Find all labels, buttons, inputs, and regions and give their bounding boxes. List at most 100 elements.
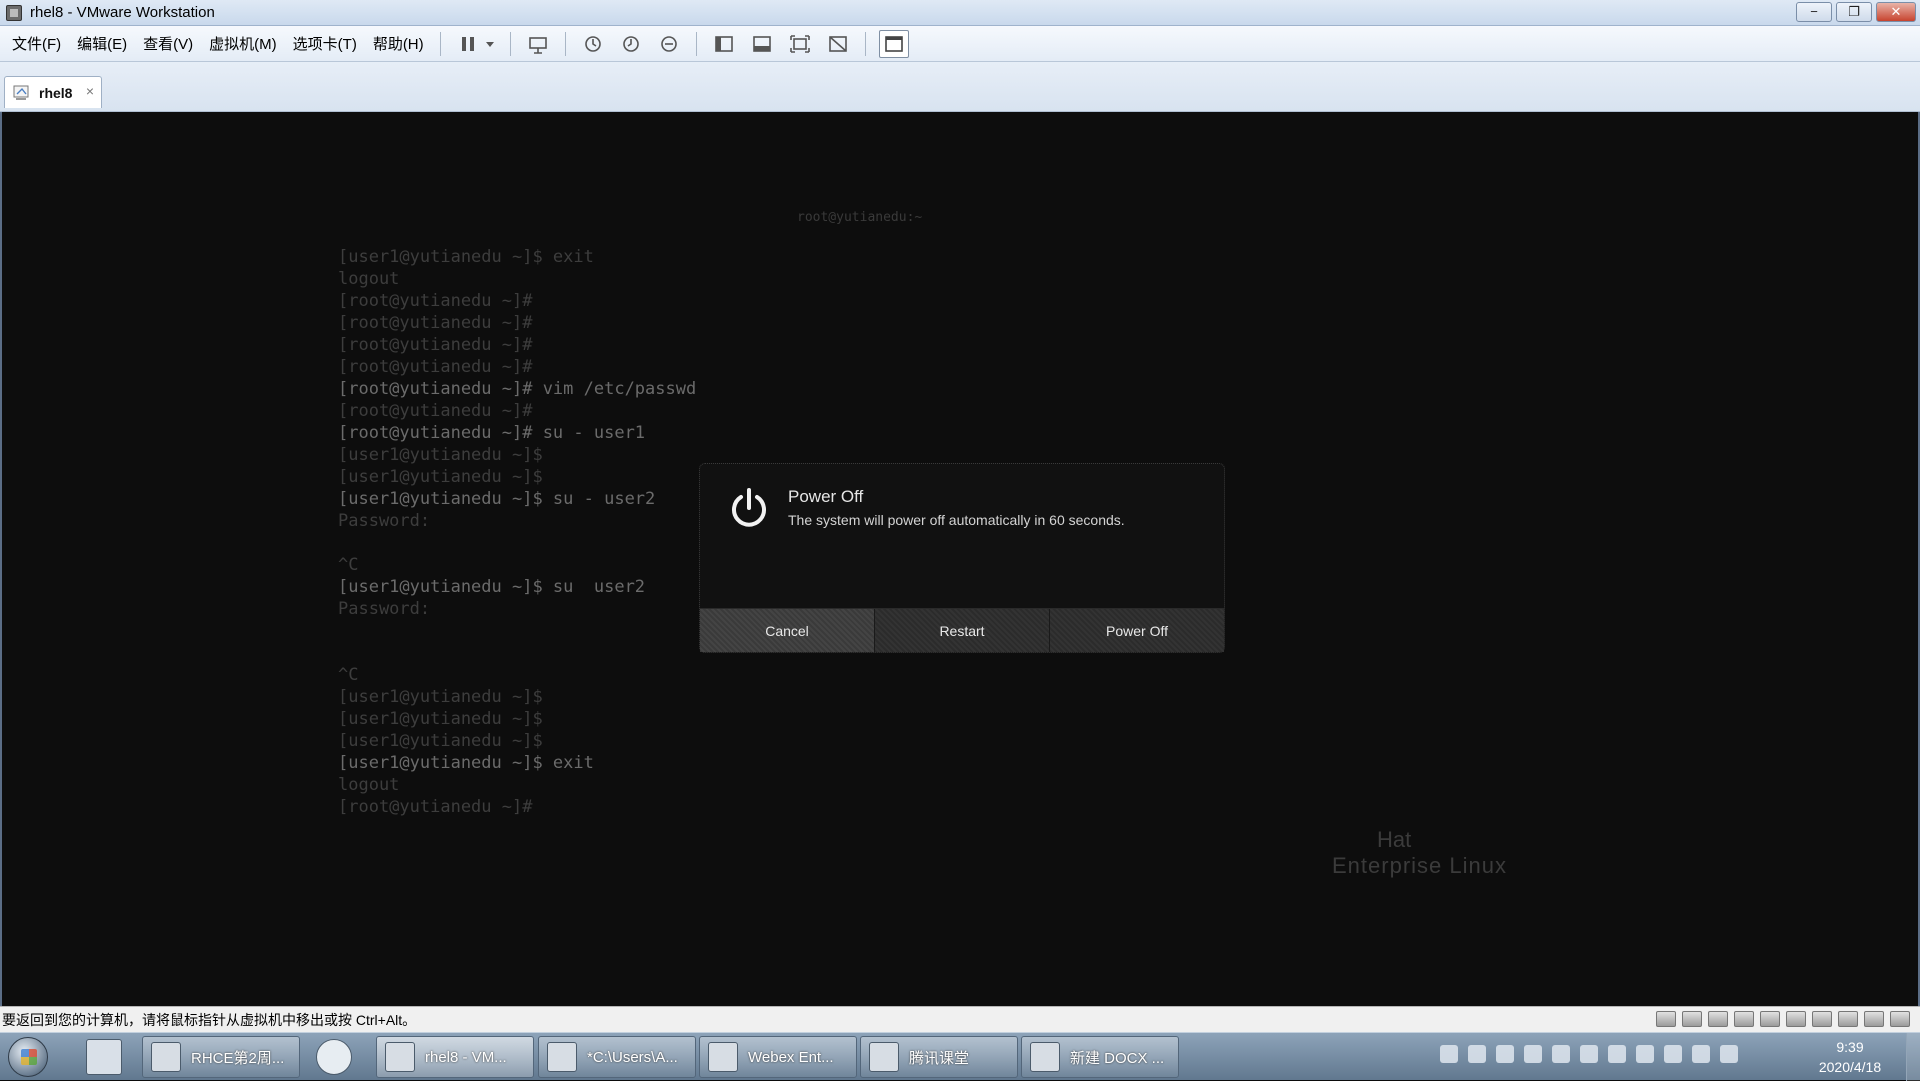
cd-dvd-icon[interactable] [1760, 1011, 1780, 1027]
terminal-line: ^C [338, 665, 359, 685]
security-tray-icon[interactable] [1468, 1045, 1486, 1063]
taskbar-item-label: rhel8 - VM... [425, 1048, 507, 1066]
fullscreen-icon[interactable] [786, 31, 814, 57]
taskbar-item-notepad[interactable]: *C:\Users\A... [538, 1036, 696, 1078]
snapshot-take-icon[interactable] [579, 31, 607, 57]
chat-icon[interactable] [1552, 1045, 1570, 1063]
network-icon[interactable] [1720, 1045, 1738, 1063]
display-icon[interactable] [1864, 1011, 1884, 1027]
console-view-icon[interactable] [878, 29, 909, 58]
tencent-classroom-icon [869, 1042, 899, 1072]
tab-rhel8[interactable]: rhel8 × [4, 76, 102, 108]
power-icon [732, 488, 766, 527]
minimize-button[interactable]: − [1796, 2, 1832, 22]
sound-card-icon[interactable] [1838, 1011, 1858, 1027]
taskbar-item-tencent-classroom[interactable]: 腾讯课堂 [860, 1036, 1018, 1078]
network-tray-icon[interactable] [1580, 1045, 1598, 1063]
explorer-quicklaunch-icon[interactable] [86, 1039, 122, 1075]
terminal-line: [root@yutianedu ~]# [338, 313, 533, 333]
restore-button[interactable]: ❐ [1836, 2, 1872, 22]
brand-line-1: Hat [1377, 827, 1412, 852]
unity-icon[interactable] [824, 31, 852, 57]
pause-dropdown-icon[interactable] [483, 31, 497, 57]
toolbar-separator [439, 31, 441, 56]
start-button[interactable] [8, 1037, 48, 1077]
terminal-line: [user1@yutianedu ~]$ [338, 709, 543, 729]
hard-disk-icon[interactable] [1708, 1011, 1728, 1027]
terminal-line: [user1@yutianedu ~]$ [338, 467, 543, 487]
terminal-line: [root@yutianedu ~]# vim /etc/passwd [338, 379, 697, 399]
terminal-line: [root@yutianedu ~]# [338, 335, 533, 355]
devices-icon[interactable] [1636, 1045, 1654, 1063]
device-icons [1656, 1011, 1910, 1027]
snapshot-manager-icon[interactable] [655, 31, 683, 57]
hard-disk-icon[interactable] [1656, 1011, 1676, 1027]
flag-icon[interactable] [1664, 1045, 1682, 1063]
window-title: rhel8 - VMware Workstation [30, 4, 215, 21]
taskbar-item-label: RHCE第2周... [191, 1049, 285, 1067]
menu-tabs[interactable]: 选项卡(T) [285, 33, 365, 54]
title-bar: rhel8 - VMware Workstation − ❐ ✕ [0, 0, 1920, 26]
volume-icon[interactable] [1692, 1045, 1710, 1063]
clock-date: 2020/4/18 [1818, 1059, 1882, 1075]
status-bar: 要返回到您的计算机，请将鼠标指针从虚拟机中移出或按 Ctrl+Alt。 [0, 1006, 1920, 1032]
terminal-line: ^C [338, 555, 359, 575]
window-controls: − ❐ ✕ [1796, 2, 1916, 22]
terminal-line: [root@yutianedu ~]# [338, 357, 533, 377]
menu-file[interactable]: 文件(F) [0, 33, 69, 54]
sogou-icon[interactable] [316, 1039, 352, 1075]
terminal-line: [root@yutianedu ~]# [338, 401, 533, 421]
hard-disk-icon[interactable] [1682, 1011, 1702, 1027]
power-off-dialog: Power Off The system will power off auto… [699, 463, 1225, 653]
taskbar-clock[interactable]: 9:39 2020/4/18 [1810, 1037, 1890, 1077]
network-adapter-icon[interactable] [1786, 1011, 1806, 1027]
taskbar-item-rhel8-vm[interactable]: rhel8 - VM... [376, 1036, 534, 1078]
dialog-message: The system will power off automatically … [788, 512, 1125, 528]
hard-disk-icon[interactable] [1734, 1011, 1754, 1027]
show-desktop-button[interactable] [1906, 1033, 1920, 1081]
snapshot-revert-icon[interactable] [617, 31, 645, 57]
taskbar-item-webex[interactable]: Webex Ent... [699, 1036, 857, 1078]
menu-view[interactable]: 查看(V) [135, 33, 201, 54]
printer-icon[interactable] [1812, 1011, 1832, 1027]
rhel-branding: Hat Enterprise Linux [1332, 827, 1507, 879]
terminal-line: [root@yutianedu ~]# su - user1 [338, 423, 646, 443]
taskbar-item-rhce[interactable]: RHCE第2周... [142, 1036, 300, 1078]
terminal-line: [user1@yutianedu ~]$ su - user2 [338, 489, 656, 509]
send-ctrl-alt-del-icon[interactable] [524, 31, 552, 57]
tab-close-icon[interactable]: × [86, 83, 94, 99]
update-icon[interactable] [1608, 1045, 1626, 1063]
taskbar-item-label: 腾讯课堂 [909, 1049, 970, 1067]
taskbar-item-label: *C:\Users\A... [587, 1048, 678, 1066]
dialog-button-row: Cancel Restart Power Off [700, 608, 1224, 652]
terminal-line: [user1@yutianedu ~]$ exit [338, 753, 594, 773]
vmware-app-icon [6, 4, 22, 21]
power-off-button[interactable]: Power Off [1049, 609, 1224, 652]
antivirus-icon[interactable] [1524, 1045, 1542, 1063]
terminal-window-title: root@yutianedu:~ [797, 210, 923, 225]
cancel-button[interactable]: Cancel [700, 609, 874, 652]
sogou-tray-icon[interactable] [1440, 1045, 1458, 1063]
library-view-icon[interactable] [710, 31, 738, 57]
terminal-line: logout [338, 775, 400, 795]
menu-vm[interactable]: 虚拟机(M) [201, 33, 285, 54]
menu-help[interactable]: 帮助(H) [365, 33, 432, 54]
clock-time: 9:39 [1836, 1039, 1864, 1055]
taskbar-item-wps-docx[interactable]: 新建 DOCX ... [1021, 1036, 1179, 1078]
message-log-icon[interactable] [1890, 1011, 1910, 1027]
menu-edit[interactable]: 编辑(E) [69, 33, 135, 54]
pause-icon[interactable] [454, 31, 482, 57]
wps-writer-icon [1030, 1042, 1060, 1072]
terminal-line: logout [338, 269, 400, 289]
close-button[interactable]: ✕ [1876, 2, 1916, 22]
restart-button[interactable]: Restart [874, 609, 1049, 652]
webex-icon [708, 1042, 738, 1072]
terminal-line: Password: [338, 599, 431, 619]
terminal-line: [root@yutianedu ~]# [338, 797, 533, 817]
system-tray [1440, 1045, 1738, 1063]
thumbnail-bar-icon[interactable] [748, 31, 776, 57]
tab-label: rhel8 [39, 84, 73, 101]
shield-icon[interactable] [1496, 1045, 1514, 1063]
terminal-line: [user1@yutianedu ~]$ [338, 687, 543, 707]
vm-console[interactable]: root@yutianedu:~ [user1@yutianedu ~]$ ex… [0, 112, 1920, 1006]
